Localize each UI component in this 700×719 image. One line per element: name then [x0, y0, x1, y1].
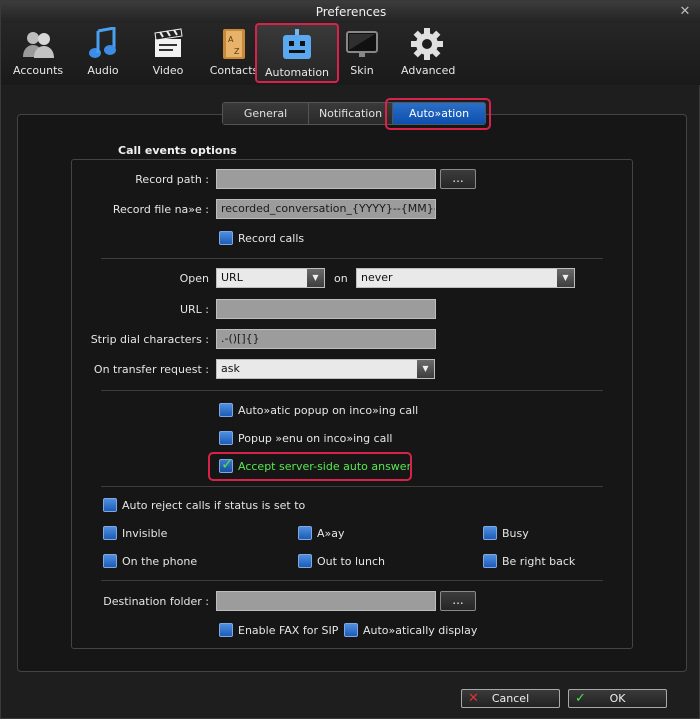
toolbar-label: Advanced	[401, 64, 456, 77]
strip-dial-input[interactable]: .-()[]{}	[216, 329, 436, 349]
status-invisible-checkbox[interactable]	[103, 526, 117, 540]
skin-icon	[346, 31, 378, 57]
destination-browse-button[interactable]: ...	[440, 591, 476, 611]
record-filename-label: Record file na»e :	[112, 203, 209, 216]
toolbar-audio[interactable]: Audio	[79, 23, 127, 83]
auto-popup-checkbox[interactable]	[219, 403, 233, 417]
advanced-icon	[411, 28, 443, 60]
chevron-down-icon: ▼	[417, 360, 434, 378]
on-select[interactable]: never ▼	[356, 268, 575, 288]
cancel-icon: ✕	[468, 691, 479, 706]
transfer-request-value: ask	[221, 362, 240, 375]
popup-menu-label: Popup »enu on inco»ing call	[238, 432, 393, 445]
preferences-window: Preferences ✕ Accounts Audio Video A Z C…	[0, 0, 700, 719]
toolbar-label: Automation	[264, 66, 330, 79]
cancel-label: Cancel	[491, 692, 530, 705]
toolbar-label: Video	[152, 64, 184, 77]
record-filename-input[interactable]: recorded_conversation_{YYYY}--{MM}--{DD}…	[216, 199, 436, 219]
auto-display-label: Auto»atically display	[363, 624, 478, 637]
record-calls-checkbox[interactable]	[219, 231, 233, 245]
contacts-icon: A Z	[223, 29, 245, 59]
toolbar-contacts[interactable]: A Z Contacts	[209, 23, 259, 83]
strip-dial-label: Strip dial characters :	[90, 333, 209, 346]
destination-folder-label: Destination folder :	[103, 595, 209, 608]
svg-text:A: A	[228, 35, 234, 44]
open-label: Open	[179, 272, 209, 285]
status-out-to-lunch-label: Out to lunch	[317, 555, 385, 568]
url-input[interactable]	[216, 299, 436, 319]
tab-general[interactable]: General	[223, 103, 309, 124]
status-away-label: A»ay	[317, 527, 345, 540]
window-title: Preferences	[315, 5, 387, 19]
divider	[101, 580, 603, 581]
status-on-phone-checkbox[interactable]	[103, 554, 117, 568]
record-path-input[interactable]	[216, 169, 436, 189]
toolbar-label: Audio	[87, 64, 119, 77]
tab-highlight-box	[385, 98, 491, 130]
ok-label: OK	[609, 692, 626, 705]
on-select-value: never	[361, 271, 393, 284]
video-icon	[154, 28, 183, 57]
open-select[interactable]: URL ▼	[216, 268, 325, 288]
divider	[101, 258, 603, 259]
accounts-icon	[23, 32, 54, 58]
record-path-label: Record path :	[135, 173, 209, 186]
status-out-to-lunch-checkbox[interactable]	[298, 554, 312, 568]
toolbar-label: Skin	[350, 64, 374, 77]
status-busy-label: Busy	[502, 527, 529, 540]
status-on-phone-label: On the phone	[122, 555, 198, 568]
url-label: URL :	[179, 303, 209, 316]
popup-menu-checkbox[interactable]	[219, 431, 233, 445]
svg-text:Z: Z	[234, 47, 240, 56]
on-label: on	[334, 272, 348, 285]
record-calls-label: Record calls	[238, 232, 305, 245]
auto-display-checkbox[interactable]	[344, 623, 358, 637]
toolbar-label: Accounts	[13, 64, 64, 77]
divider	[101, 486, 603, 487]
status-away-checkbox[interactable]	[298, 526, 312, 540]
cancel-button[interactable]: ✕ Cancel	[461, 689, 560, 708]
auto-popup-label: Auto»atic popup on inco»ing call	[238, 404, 419, 417]
status-invisible-label: Invisible	[122, 527, 168, 540]
auto-reject-label: Auto reject calls if status is set to	[122, 499, 306, 512]
toolbar-video[interactable]: Video	[144, 23, 192, 83]
automation-icon	[283, 29, 311, 59]
toolbar-automation[interactable]: Automation	[255, 23, 339, 83]
auto-answer-highlight-box	[208, 452, 412, 481]
chevron-down-icon: ▼	[557, 269, 574, 287]
toolbar-advanced[interactable]: Advanced	[401, 23, 456, 83]
audio-icon	[89, 27, 116, 58]
section-title: Call events options	[118, 144, 237, 157]
check-icon: ✓	[575, 691, 586, 706]
open-select-value: URL	[221, 271, 243, 284]
chevron-down-icon: ▼	[307, 269, 324, 287]
transfer-request-select[interactable]: ask ▼	[216, 359, 435, 379]
record-path-browse-button[interactable]: ...	[440, 169, 476, 189]
status-be-right-back-label: Be right back	[502, 555, 576, 568]
divider	[101, 390, 603, 391]
category-toolbar: Accounts Audio Video A Z Contacts Automa…	[1, 23, 700, 85]
toolbar-accounts[interactable]: Accounts	[13, 23, 63, 83]
ok-button[interactable]: ✓ OK	[568, 689, 667, 708]
tab-notification[interactable]: Notification	[309, 103, 393, 124]
enable-fax-label: Enable FAX for SIP	[238, 624, 339, 637]
enable-fax-checkbox[interactable]	[219, 623, 233, 637]
status-busy-checkbox[interactable]	[483, 526, 497, 540]
transfer-request-label: On transfer request :	[93, 363, 209, 376]
destination-folder-input[interactable]	[216, 591, 436, 611]
close-icon[interactable]: ✕	[677, 4, 693, 20]
toolbar-label: Contacts	[209, 64, 259, 77]
status-be-right-back-checkbox[interactable]	[483, 554, 497, 568]
toolbar-skin[interactable]: Skin	[339, 23, 385, 83]
auto-reject-checkbox[interactable]	[103, 498, 117, 512]
title-bar: Preferences ✕	[1, 1, 700, 23]
